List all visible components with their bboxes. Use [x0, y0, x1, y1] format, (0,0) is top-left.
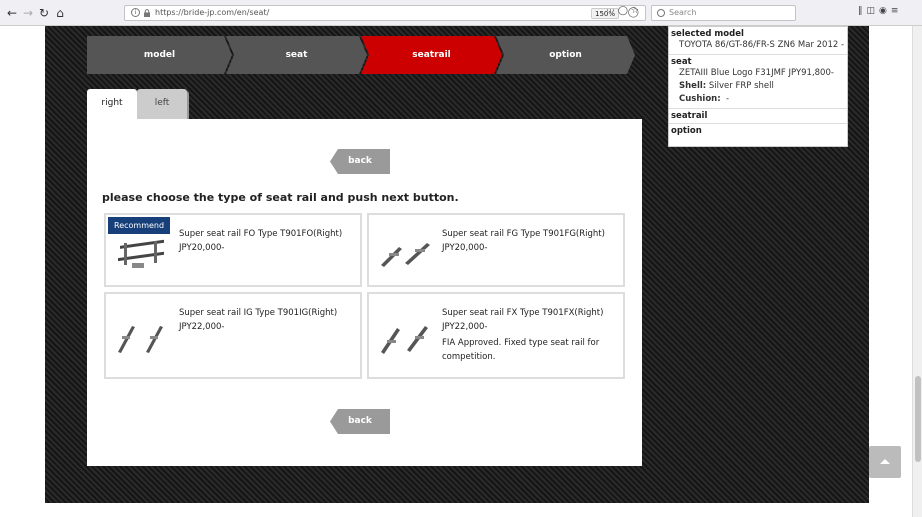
summary-cushion: Cushion: -	[671, 93, 845, 106]
lock-icon	[144, 9, 150, 17]
sidebar-icon[interactable]: ◫	[867, 6, 880, 16]
page-viewport: model seat seatrail option right left ba…	[0, 26, 912, 517]
shell-value: Silver FRP shell	[708, 81, 774, 91]
info-icon[interactable]: i	[131, 8, 140, 17]
step-seatrail[interactable]: seatrail	[361, 36, 502, 74]
browser-toolbar: ← → ↻ ⌂ i https://bride-jp.com/en/seat/ …	[0, 0, 922, 26]
back-arrow-icon[interactable]: ←	[4, 5, 20, 21]
more-icon[interactable]: ⋯	[606, 6, 615, 16]
product-name: Super seat rail IG Type T901IG(Right)	[179, 308, 338, 318]
page-scrollbar[interactable]	[912, 26, 922, 517]
summary-model-value: TOYOTA 86/GT-86/FR-S ZN6 Mar 2012 -	[679, 40, 845, 50]
library-icon[interactable]: ‖	[858, 6, 867, 16]
seat-rail-image	[381, 326, 428, 354]
account-icon[interactable]: ◉	[879, 6, 891, 16]
summary-seatrail-heading: seatrail	[671, 111, 708, 121]
summary-option-heading: option	[671, 126, 702, 136]
shell-label: Shell:	[679, 81, 707, 91]
product-name: Super seat rail FX Type T901FX(Right)	[442, 308, 604, 318]
product-price: JPY20,000-	[179, 243, 225, 253]
tab-left[interactable]: left	[137, 89, 187, 119]
product-card-fx[interactable]: Super seat rail FX Type T901FX(Right) JP…	[367, 292, 625, 379]
step-model[interactable]: model	[87, 36, 232, 74]
shield-icon[interactable]: ◯	[618, 6, 628, 16]
product-name: Super seat rail FO Type T901FO(Right)	[179, 229, 343, 239]
seat-rail-image	[118, 239, 164, 268]
search-icon	[657, 9, 665, 17]
summary-model-heading: selected model	[671, 29, 744, 39]
selection-summary: selected model TOYOTA 86/GT-86/FR-S ZN6 …	[668, 26, 848, 147]
summary-model: selected model TOYOTA 86/GT-86/FR-S ZN6 …	[669, 27, 847, 55]
product-name: Super seat rail FG Type T901FG(Right)	[442, 229, 605, 239]
summary-seat-value: ZETAIII Blue Logo F31JMF JPY91,800-	[679, 68, 834, 78]
product-card-fg[interactable]: Super seat rail FG Type T901FG(Right) JP…	[367, 213, 625, 287]
product-price: JPY22,000-	[179, 322, 225, 332]
instruction-text: please choose the type of seat rail and …	[102, 191, 459, 204]
page-actions: ⋯ ◯ ☆	[606, 6, 639, 16]
step-progress: model seat seatrail option	[87, 36, 635, 74]
summary-option: option	[669, 124, 847, 138]
product-price: JPY20,000-	[442, 243, 488, 253]
product-card-fo[interactable]: Recommend Super seat rail FO Type T901FO…	[104, 213, 362, 287]
product-price: JPY22,000-	[442, 322, 488, 332]
search-input[interactable]: Search	[651, 5, 796, 21]
seatrail-panel: back please choose the type of seat rail…	[87, 119, 642, 466]
star-icon[interactable]: ☆	[631, 6, 639, 16]
scrollbar-thumb[interactable]	[915, 376, 921, 462]
menu-icon[interactable]: ≡	[891, 6, 903, 16]
summary-seat-heading: seat	[671, 57, 692, 67]
product-note: FIA Approved. Fixed type seat rail for c…	[442, 338, 600, 362]
cushion-value: -	[726, 94, 730, 104]
toolbar-right-icons: ‖◫◉≡	[858, 6, 902, 16]
tab-right[interactable]: right	[87, 89, 137, 120]
scroll-to-top-button[interactable]	[869, 446, 901, 478]
summary-seatrail: seatrail	[669, 109, 847, 124]
seat-rail-image	[118, 326, 163, 353]
back-button[interactable]: back	[330, 149, 390, 174]
home-icon[interactable]: ⌂	[52, 5, 68, 21]
reload-icon[interactable]: ↻	[36, 5, 52, 21]
seat-rail-image	[381, 243, 430, 267]
address-bar[interactable]: i https://bride-jp.com/en/seat/ 150% ◯	[124, 5, 646, 21]
forward-arrow-icon[interactable]: →	[20, 5, 36, 21]
arrow-up-icon	[880, 459, 890, 464]
recommend-badge: Recommend	[108, 217, 171, 234]
back-button-bottom[interactable]: back	[330, 409, 390, 434]
summary-shell: Shell: Silver FRP shell	[671, 80, 845, 93]
url-text: https://bride-jp.com/en/seat/	[155, 8, 270, 17]
search-placeholder: Search	[669, 8, 697, 17]
product-card-ig[interactable]: Super seat rail IG Type T901IG(Right) JP…	[104, 292, 362, 379]
cushion-label: Cushion:	[679, 94, 721, 104]
step-seat[interactable]: seat	[226, 36, 367, 74]
step-option[interactable]: option	[496, 36, 635, 74]
summary-seat: seat ZETAIII Blue Logo F31JMF JPY91,800-…	[669, 55, 847, 109]
